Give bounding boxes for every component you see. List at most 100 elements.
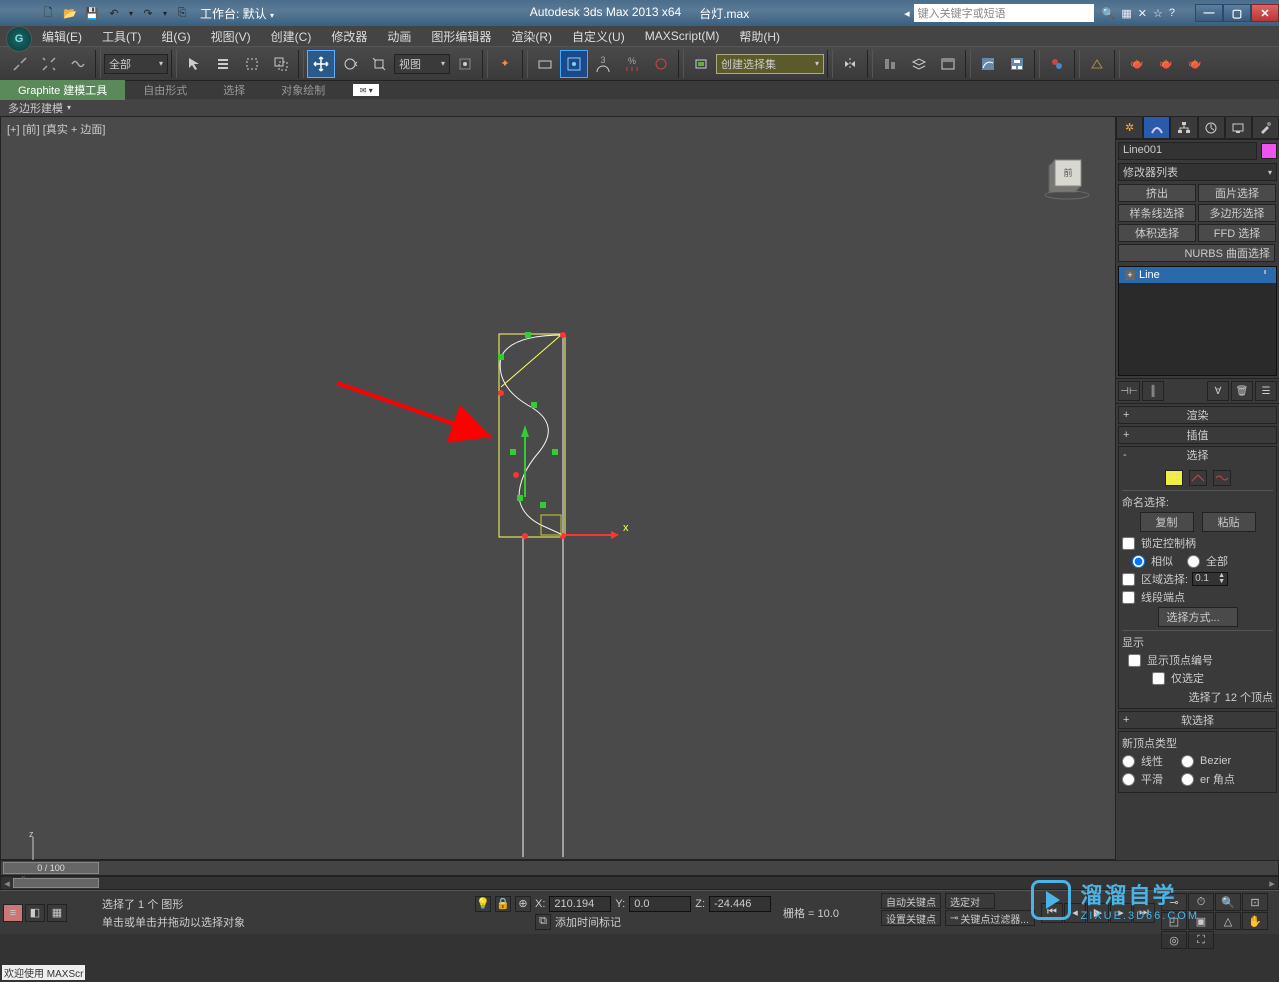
- zoom-all-icon[interactable]: ⊡: [1242, 893, 1268, 911]
- btn-patch-select[interactable]: 面片选择: [1198, 184, 1276, 202]
- maximize-button[interactable]: ▢: [1223, 4, 1251, 22]
- ribbon-expand-button[interactable]: ✉ ▾: [353, 84, 379, 96]
- menu-customize[interactable]: 自定义(U): [566, 28, 631, 45]
- app-menu-button[interactable]: G: [6, 26, 32, 52]
- only-sel-checkbox[interactable]: [1152, 672, 1165, 685]
- remove-modifier-icon[interactable]: 🗑: [1231, 381, 1253, 401]
- rollout-selection-header[interactable]: -选择: [1119, 447, 1276, 463]
- selection-filter-dropdown[interactable]: 全部▾: [104, 54, 168, 74]
- rollout-render-header[interactable]: +渲染: [1119, 407, 1276, 423]
- undo-icon[interactable]: ↶: [104, 3, 124, 23]
- help-icon[interactable]: ?: [1169, 7, 1175, 20]
- select-by-button[interactable]: 选择方式...: [1158, 607, 1238, 627]
- angle-snap-icon[interactable]: 3: [589, 50, 617, 78]
- viewport[interactable]: [+] [前] [真实 + 边面] 前: [0, 116, 1116, 860]
- scroll-right-icon[interactable]: ▸: [1266, 877, 1278, 890]
- area-select-checkbox[interactable]: [1122, 573, 1135, 586]
- ribbon-tab-paint[interactable]: 对象绘制: [263, 80, 343, 100]
- vertex-subobj-icon[interactable]: ⸪: [1165, 470, 1183, 486]
- btn-ffd-select[interactable]: FFD 选择: [1198, 224, 1276, 242]
- edit-named-selset-icon[interactable]: [687, 50, 715, 78]
- time-slider[interactable]: 0 / 100: [3, 862, 99, 874]
- infocenter-arrow-icon[interactable]: ◂: [904, 7, 910, 20]
- abs-rel-icon[interactable]: ⊕: [515, 896, 531, 912]
- rollout-softsel-header[interactable]: +软选择: [1119, 712, 1276, 728]
- motion-tab-icon[interactable]: [1198, 116, 1225, 139]
- layer-manager-icon[interactable]: [905, 50, 933, 78]
- utilities-tab-icon[interactable]: [1252, 116, 1279, 139]
- window-crossing-icon[interactable]: [267, 50, 295, 78]
- material-editor-icon[interactable]: [1043, 50, 1071, 78]
- ribbon-polymodel-label[interactable]: 多边形建模: [8, 100, 63, 116]
- segment-subobj-icon[interactable]: [1189, 470, 1207, 486]
- paste-sel-button[interactable]: 粘贴: [1202, 512, 1256, 532]
- unlink-icon[interactable]: [35, 50, 63, 78]
- select-link-icon[interactable]: [6, 50, 34, 78]
- select-manipulate-icon[interactable]: ✦: [491, 50, 519, 78]
- show-end-result-icon[interactable]: ║: [1142, 381, 1164, 401]
- redo-dropdown-icon[interactable]: ▾: [160, 3, 170, 23]
- isolate-icon[interactable]: ◧: [25, 904, 45, 922]
- ribbon-tab-selection[interactable]: 选择: [205, 80, 263, 100]
- spinner-snap-icon[interactable]: [647, 50, 675, 78]
- bind-spacewarp-icon[interactable]: [64, 50, 92, 78]
- track-bar-thumb[interactable]: [13, 878, 99, 888]
- bezcorner-radio[interactable]: [1181, 773, 1194, 786]
- btn-spline-select[interactable]: 样条线选择: [1118, 204, 1196, 222]
- copy-sel-button[interactable]: 复制: [1140, 512, 1194, 532]
- select-object-icon[interactable]: [180, 50, 208, 78]
- lock-handles-checkbox[interactable]: [1122, 537, 1135, 550]
- lock-selection-icon[interactable]: 🔒: [495, 896, 511, 912]
- align-icon[interactable]: [876, 50, 904, 78]
- add-time-tag-label[interactable]: 添加时间标记: [555, 914, 621, 930]
- bezier-radio[interactable]: [1181, 755, 1194, 768]
- display-tab-icon[interactable]: [1225, 116, 1252, 139]
- fov-icon[interactable]: △: [1215, 912, 1241, 930]
- search-icon[interactable]: 🔍: [1102, 7, 1116, 20]
- percent-snap-icon[interactable]: %: [618, 50, 646, 78]
- autokey-button[interactable]: 自动关键点: [881, 893, 941, 909]
- selected-dropdown[interactable]: 选定对: [945, 893, 995, 909]
- maximize-vp-icon[interactable]: ⛶: [1188, 931, 1214, 949]
- lightbulb-icon[interactable]: 💡: [475, 896, 491, 912]
- stack-item-line[interactable]: + Line: [1119, 267, 1276, 283]
- similar-radio[interactable]: [1132, 555, 1145, 568]
- y-coord-field[interactable]: 0.0: [629, 896, 691, 912]
- close-button[interactable]: ✕: [1251, 4, 1279, 22]
- area-value-spinner[interactable]: 0.1▲▼: [1192, 572, 1228, 586]
- menu-tools[interactable]: 工具(T): [96, 28, 147, 45]
- smooth-radio[interactable]: [1122, 773, 1135, 786]
- signin-icon[interactable]: ▦: [1121, 7, 1131, 20]
- object-color-swatch[interactable]: [1261, 143, 1277, 159]
- mirror-icon[interactable]: [836, 50, 864, 78]
- orbit-icon[interactable]: ◎: [1161, 931, 1187, 949]
- redo-icon[interactable]: ↷: [138, 3, 158, 23]
- btn-poly-select[interactable]: 多边形选择: [1198, 204, 1276, 222]
- setkey-button[interactable]: 设置关键点: [881, 910, 941, 926]
- hierarchy-tab-icon[interactable]: [1170, 116, 1197, 139]
- keyboard-shortcut-icon[interactable]: [531, 50, 559, 78]
- add-time-tag-icon[interactable]: ⧉: [535, 914, 551, 930]
- menu-animation[interactable]: 动画: [381, 28, 417, 45]
- select-move-icon[interactable]: [307, 50, 335, 78]
- select-scale-icon[interactable]: [365, 50, 393, 78]
- modifier-stack[interactable]: + Line: [1118, 266, 1277, 376]
- named-selset-dropdown[interactable]: 创建选择集▾: [716, 54, 824, 74]
- btn-nurbs-select[interactable]: NURBS 曲面选择: [1118, 244, 1275, 262]
- save-file-icon[interactable]: 💾: [82, 3, 102, 23]
- menu-maxscript[interactable]: MAXScript(M): [639, 29, 726, 43]
- expand-icon[interactable]: +: [1125, 270, 1135, 280]
- make-unique-icon[interactable]: ∀: [1207, 381, 1229, 401]
- zoom-icon[interactable]: 🔍: [1215, 893, 1241, 911]
- rect-region-icon[interactable]: [238, 50, 266, 78]
- scene-explorer-icon[interactable]: [934, 50, 962, 78]
- favorite-icon[interactable]: ☆: [1153, 7, 1163, 20]
- render-iterative-icon[interactable]: 🫖: [1181, 50, 1209, 78]
- render-icon[interactable]: 🫖: [1152, 50, 1180, 78]
- linear-radio[interactable]: [1122, 755, 1135, 768]
- seg-end-checkbox[interactable]: [1122, 591, 1135, 604]
- time-slider-track[interactable]: 0 / 100: [0, 860, 1279, 876]
- rollout-interp-header[interactable]: +插值: [1119, 427, 1276, 443]
- scroll-left-icon[interactable]: ◂: [1, 877, 13, 890]
- create-tab-icon[interactable]: ✲: [1116, 116, 1143, 139]
